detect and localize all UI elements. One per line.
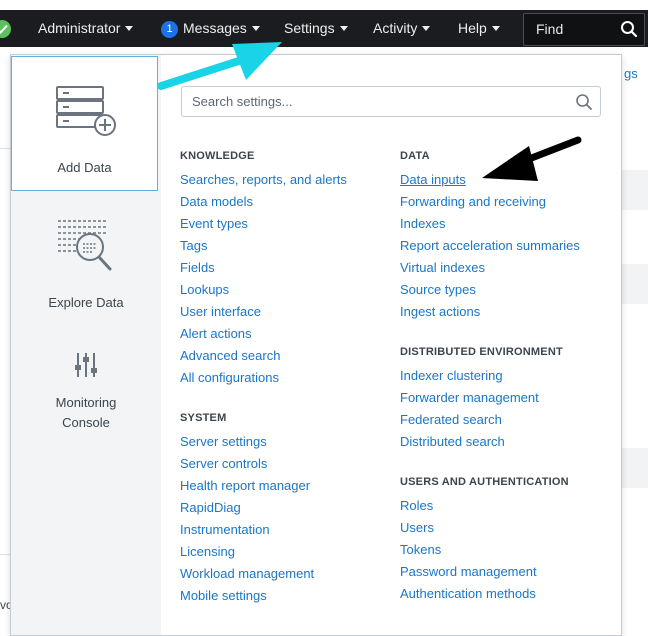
section-title-knowledge: KNOWLEDGE — [180, 150, 255, 162]
nav-administrator-label: Administrator — [38, 20, 121, 36]
link-advanced-search[interactable]: Advanced search — [180, 348, 280, 363]
messages-count-badge: 1 — [161, 21, 178, 38]
link-password-management[interactable]: Password management — [400, 564, 537, 579]
sidebar-item-label: Monitoring — [55, 395, 117, 410]
link-ingest-actions[interactable]: Ingest actions — [400, 304, 480, 319]
search-icon[interactable] — [620, 20, 638, 38]
link-event-types[interactable]: Event types — [180, 216, 248, 231]
chevron-down-icon — [422, 26, 431, 31]
section-title-data: DATA — [400, 150, 430, 162]
sidebar-item-add-data[interactable]: Add Data — [11, 56, 158, 191]
sidebar-item-label: Add Data — [57, 160, 112, 175]
link-forwarding-receiving[interactable]: Forwarding and receiving — [400, 194, 546, 209]
background-row — [620, 264, 648, 304]
link-tags[interactable]: Tags — [180, 238, 207, 253]
settings-search-input[interactable]: Search settings... — [181, 86, 601, 117]
sidebar-item-monitoring-console[interactable]: Monitoring Console — [11, 345, 161, 455]
link-fields[interactable]: Fields — [180, 260, 215, 275]
nav-administrator-menu[interactable]: Administrator — [38, 10, 134, 47]
link-federated-search[interactable]: Federated search — [400, 412, 502, 427]
nav-settings-label: Settings — [284, 20, 335, 36]
add-data-server-icon — [56, 86, 116, 136]
link-server-settings[interactable]: Server settings — [180, 434, 267, 449]
monitoring-sliders-icon — [75, 353, 97, 377]
nav-activity-label: Activity — [373, 20, 418, 36]
background-row — [620, 170, 648, 210]
chevron-down-icon — [125, 26, 134, 31]
link-searches-reports-alerts[interactable]: Searches, reports, and alerts — [180, 172, 347, 187]
chevron-down-icon — [251, 26, 260, 31]
chevron-down-icon — [339, 26, 348, 31]
link-indexes[interactable]: Indexes — [400, 216, 446, 231]
find-label: Find — [536, 21, 564, 37]
nav-activity-menu[interactable]: Activity — [373, 10, 431, 47]
settings-dropdown-panel: Add Data Explore Data Monitoring Console… — [10, 54, 622, 636]
link-instrumentation[interactable]: Instrumentation — [180, 522, 270, 537]
link-data-inputs[interactable]: Data inputs — [400, 172, 466, 187]
link-distributed-search[interactable]: Distributed search — [400, 434, 505, 449]
link-source-types[interactable]: Source types — [400, 282, 476, 297]
settings-sidebar: Add Data Explore Data Monitoring Console — [11, 55, 161, 635]
top-bar-area: Administrator 1 Messages Settings Activit… — [0, 0, 648, 54]
link-forwarder-management[interactable]: Forwarder management — [400, 390, 539, 405]
section-title-users-authentication: USERS AND AUTHENTICATION — [400, 476, 569, 488]
background-divider — [0, 554, 10, 555]
top-navigation-bar: Administrator 1 Messages Settings Activit… — [0, 10, 648, 47]
link-users[interactable]: Users — [400, 520, 434, 535]
nav-help-menu[interactable]: Help — [458, 10, 500, 47]
check-status-icon — [0, 20, 11, 38]
link-roles[interactable]: Roles — [400, 498, 433, 513]
link-lookups[interactable]: Lookups — [180, 282, 229, 297]
search-placeholder: Search settings... — [192, 94, 293, 109]
link-licensing[interactable]: Licensing — [180, 544, 235, 559]
background-divider — [0, 148, 10, 149]
link-data-models[interactable]: Data models — [180, 194, 253, 209]
sidebar-item-label: Explore Data — [48, 295, 124, 310]
link-report-acceleration-summaries[interactable]: Report acceleration summaries — [400, 238, 580, 253]
search-icon — [576, 94, 592, 110]
section-title-distributed-environment: DISTRIBUTED ENVIRONMENT — [400, 346, 563, 358]
link-workload-management[interactable]: Workload management — [180, 566, 314, 581]
link-mobile-settings[interactable]: Mobile settings — [180, 588, 267, 603]
link-indexer-clustering[interactable]: Indexer clustering — [400, 368, 503, 383]
link-tokens[interactable]: Tokens — [400, 542, 441, 557]
sidebar-item-label: Console — [62, 415, 110, 430]
sidebar-item-explore-data[interactable]: Explore Data — [11, 205, 161, 325]
nav-messages-menu[interactable]: 1 Messages — [161, 10, 260, 47]
explore-data-icon — [58, 220, 112, 271]
link-virtual-indexes[interactable]: Virtual indexes — [400, 260, 485, 275]
link-health-report-manager[interactable]: Health report manager — [180, 478, 310, 493]
chevron-down-icon — [491, 26, 500, 31]
background-row — [620, 448, 648, 488]
background-settings-link[interactable]: gs — [624, 66, 638, 81]
link-alert-actions[interactable]: Alert actions — [180, 326, 252, 341]
link-rapiddiag[interactable]: RapidDiag — [180, 500, 241, 515]
nav-messages-label: Messages — [183, 20, 247, 36]
link-server-controls[interactable]: Server controls — [180, 456, 267, 471]
find-input[interactable]: Find — [523, 13, 645, 46]
link-user-interface[interactable]: User interface — [180, 304, 261, 319]
nav-help-label: Help — [458, 20, 487, 36]
link-all-configurations[interactable]: All configurations — [180, 370, 279, 385]
link-authentication-methods[interactable]: Authentication methods — [400, 586, 536, 601]
nav-settings-menu[interactable]: Settings — [284, 10, 348, 47]
section-title-system: SYSTEM — [180, 412, 227, 424]
